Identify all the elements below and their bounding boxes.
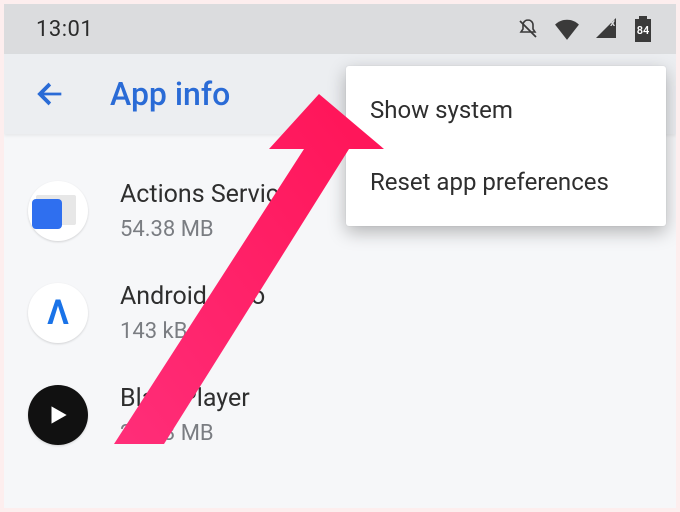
page-title: App info — [110, 75, 230, 113]
app-row-android-auto[interactable]: Λ Android Auto 143 kB — [4, 266, 676, 368]
status-bar: 13:01 x 84 — [4, 4, 676, 54]
actions-services-icon — [28, 181, 88, 241]
dnd-off-icon — [516, 17, 540, 41]
app-size: 24.93 MB — [120, 421, 250, 446]
app-text: Android Auto 143 kB — [120, 282, 265, 344]
menu-item-label: Show system — [370, 96, 513, 124]
status-clock: 13:01 — [36, 17, 93, 42]
overflow-menu: Show system Reset app preferences — [346, 66, 666, 226]
status-icons: x 84 — [516, 16, 654, 42]
app-size: 143 kB — [120, 319, 265, 344]
app-name: Android Auto — [120, 282, 265, 311]
wifi-icon — [554, 18, 580, 40]
battery-level: 84 — [637, 24, 650, 37]
app-text: Actions Services 54.38 MB — [120, 180, 305, 242]
menu-item-reset-app-preferences[interactable]: Reset app preferences — [346, 146, 666, 218]
app-name: BlackPlayer — [120, 384, 250, 413]
cellular-no-signal-icon: x — [594, 18, 618, 40]
app-text: BlackPlayer 24.93 MB — [120, 384, 250, 446]
menu-item-show-system[interactable]: Show system — [346, 74, 666, 146]
app-name: Actions Services — [120, 180, 305, 209]
back-button[interactable] — [30, 74, 70, 114]
battery-icon: 84 — [632, 16, 654, 42]
app-row-blackplayer[interactable]: BlackPlayer 24.93 MB — [4, 368, 676, 470]
android-auto-icon: Λ — [28, 283, 88, 343]
blackplayer-icon — [28, 385, 88, 445]
menu-item-label: Reset app preferences — [370, 168, 609, 196]
device-frame: 13:01 x 84 — [4, 4, 676, 508]
app-size: 54.38 MB — [120, 217, 305, 242]
